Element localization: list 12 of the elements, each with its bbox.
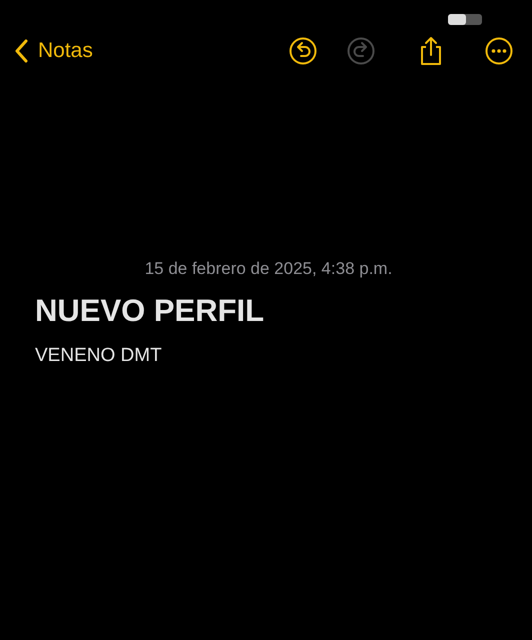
back-label: Notas [38, 38, 93, 64]
more-button[interactable] [484, 36, 514, 66]
note-date: 15 de febrero de 2025, 4:38 p.m. [144, 258, 392, 280]
back-link[interactable]: Notas [14, 35, 93, 67]
more-icon [484, 36, 514, 66]
undo-button[interactable] [288, 36, 318, 66]
undo-icon [288, 36, 318, 66]
chevron-left-icon [14, 39, 28, 63]
battery-icon [448, 14, 482, 25]
redo-icon [346, 36, 376, 66]
note-body: VENENO DMT [35, 344, 163, 368]
note-title: NUEVO PERFIL [35, 292, 266, 330]
